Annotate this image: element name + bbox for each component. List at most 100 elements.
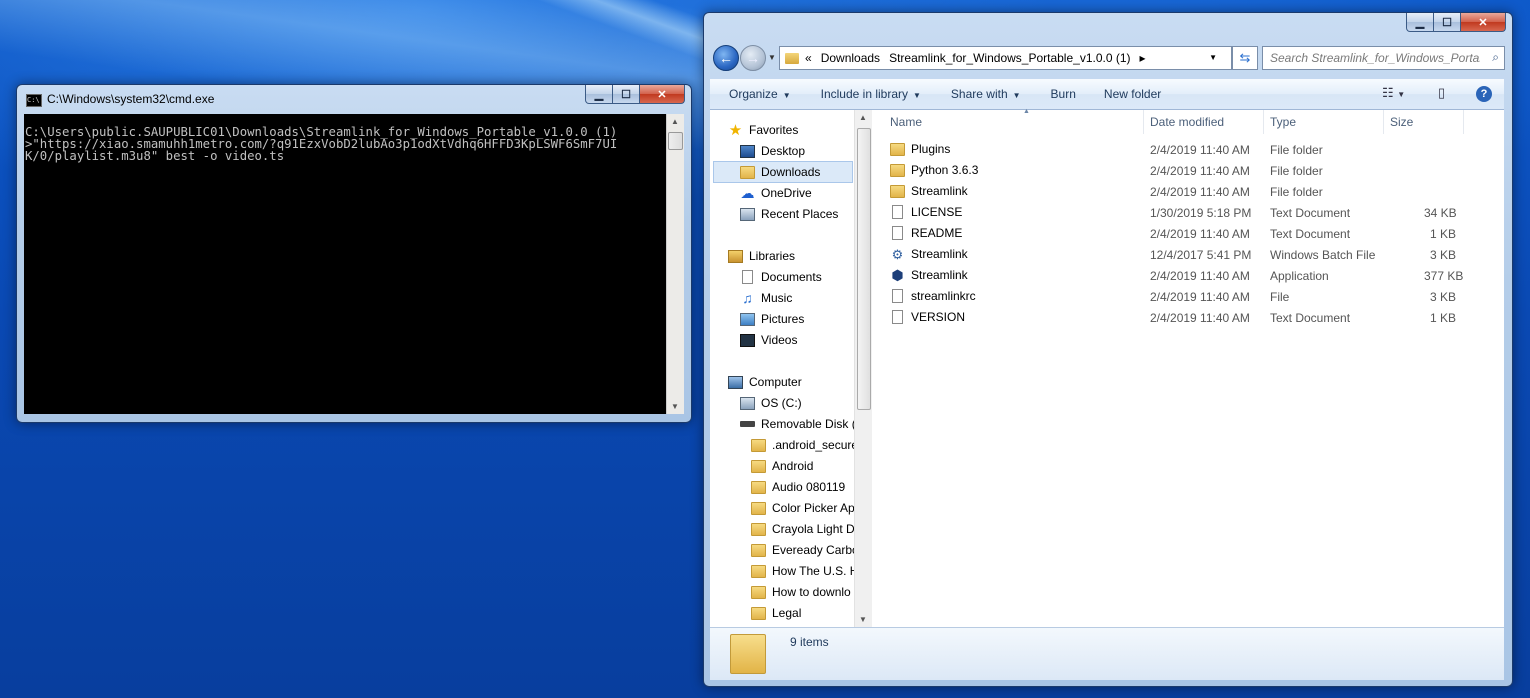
- nav-removable-disk[interactable]: Removable Disk (: [740, 414, 854, 434]
- close-button[interactable]: ✕: [1461, 13, 1506, 32]
- file-date-modified: 2/4/2019 11:40 AM: [1150, 227, 1250, 241]
- search-icon[interactable]: ⌕: [1492, 50, 1499, 65]
- nav-subfolder[interactable]: How The U.S. H: [751, 561, 854, 581]
- nav-subfolder[interactable]: Legal: [751, 603, 801, 623]
- address-dropdown-icon[interactable]: ▼: [1209, 53, 1217, 62]
- file-row[interactable]: ⬢ Streamlink 2/4/2019 11:40 AM Application 3…: [872, 265, 1492, 286]
- nav-videos[interactable]: Videos: [740, 330, 797, 350]
- item-count: 9 items: [790, 635, 829, 649]
- nav-subfolder[interactable]: How to downlo: [751, 582, 851, 602]
- text-document-icon: [892, 310, 903, 324]
- nav-music[interactable]: ♫ Music: [740, 288, 792, 308]
- minimize-button[interactable]: ▁: [585, 85, 613, 104]
- recent-pages-dropdown-icon[interactable]: ▼: [768, 53, 776, 62]
- file-row[interactable]: ⚙ Streamlink 12/4/2017 5:41 PM Windows Batc…: [872, 244, 1492, 265]
- file-row[interactable]: Plugins 2/4/2019 11:40 AM File folder: [872, 139, 1492, 160]
- console-line: K/0/playlist.m3u8" best -o video.ts: [25, 149, 285, 163]
- minimize-button[interactable]: ▁: [1406, 13, 1434, 32]
- console-scrollbar[interactable]: ▲ ▼: [666, 114, 684, 414]
- new-folder-button[interactable]: New folder: [1104, 87, 1161, 101]
- file-list[interactable]: Name ▲ Date modified Type Size Plugins 2/…: [872, 108, 1504, 627]
- file-type: Text Document: [1270, 206, 1351, 220]
- star-icon: ★: [728, 121, 743, 139]
- file-size: 3 KB: [1429, 248, 1456, 262]
- search-box[interactable]: Search Streamlink_for_Windows_Portable_v…: [1262, 46, 1505, 70]
- scroll-down-icon[interactable]: ▼: [671, 402, 679, 411]
- burn-button[interactable]: Burn: [1051, 87, 1076, 101]
- nav-subfolder[interactable]: Eveready Carbo: [751, 540, 854, 560]
- file-type: File folder: [1270, 164, 1323, 178]
- nav-subfolder[interactable]: Crayola Light D: [751, 519, 854, 539]
- forward-button[interactable]: →: [740, 45, 766, 71]
- navigation-scrollbar[interactable]: ▲ ▼: [854, 110, 872, 627]
- breadcrumb-downloads[interactable]: Downloads: [821, 51, 880, 65]
- file-type: Text Document: [1270, 227, 1351, 241]
- scroll-down-icon[interactable]: ▼: [859, 615, 867, 624]
- help-icon[interactable]: ?: [1476, 86, 1492, 102]
- film-icon: [740, 333, 755, 347]
- file-row[interactable]: VERSION 2/4/2019 11:40 AM Text Document 1 K…: [872, 307, 1492, 328]
- address-bar[interactable]: « Downloads Streamlink_for_Windows_Porta…: [779, 46, 1232, 70]
- back-button[interactable]: ←: [713, 45, 739, 71]
- maximize-button[interactable]: ☐: [613, 85, 640, 104]
- file-name: Plugins: [890, 142, 950, 156]
- nav-downloads[interactable]: Downloads: [713, 161, 853, 183]
- nav-onedrive[interactable]: ☁ OneDrive: [740, 183, 812, 203]
- navigation-pane[interactable]: ★ Favorites Desktop Downloads ☁ OneDrive R…: [710, 110, 854, 627]
- file-date-modified: 2/4/2019 11:40 AM: [1150, 311, 1250, 325]
- breadcrumb-streamlink-folder[interactable]: Streamlink_for_Windows_Portable_v1.0.0 (…: [889, 51, 1130, 65]
- search-input[interactable]: Search Streamlink_for_Windows_Portable_v…: [1263, 51, 1480, 65]
- refresh-button[interactable]: ⇆: [1232, 46, 1258, 70]
- folder-icon: [890, 184, 905, 198]
- nav-subfolder[interactable]: Audio 080119: [751, 477, 845, 497]
- folder-icon: [751, 606, 766, 620]
- breadcrumb-chevron-icon[interactable]: ▸: [1140, 51, 1146, 65]
- view-options-icon[interactable]: ☷ ▼: [1382, 85, 1405, 101]
- organize-button[interactable]: Organize ▼: [729, 87, 791, 101]
- file-row[interactable]: Streamlink 2/4/2019 11:40 AM File folder: [872, 181, 1492, 202]
- maximize-button[interactable]: ☐: [1434, 13, 1461, 32]
- file-name: Python 3.6.3: [890, 163, 978, 177]
- nav-os-drive[interactable]: OS (C:): [740, 393, 802, 413]
- text-document-icon: [892, 226, 903, 240]
- nav-recent-places[interactable]: Recent Places: [740, 204, 838, 224]
- text-document-icon: [892, 205, 903, 219]
- file-date-modified: 1/30/2019 5:18 PM: [1150, 206, 1252, 220]
- scroll-up-icon[interactable]: ▲: [671, 117, 679, 126]
- share-with-button[interactable]: Share with ▼: [951, 87, 1021, 101]
- nav-subfolder[interactable]: Android: [751, 456, 813, 476]
- scroll-thumb[interactable]: [857, 128, 871, 410]
- nav-pictures[interactable]: Pictures: [740, 309, 804, 329]
- file-row[interactable]: LICENSE 1/30/2019 5:18 PM Text Document 34 …: [872, 202, 1492, 223]
- nav-libraries[interactable]: Libraries: [728, 246, 795, 266]
- column-header-name[interactable]: Name ▲: [884, 108, 1144, 134]
- column-header-type[interactable]: Type: [1264, 110, 1384, 134]
- preview-pane-icon[interactable]: ▯: [1438, 85, 1445, 101]
- cmd-icon: C:\: [26, 94, 42, 107]
- file-row[interactable]: streamlinkrc 2/4/2019 11:40 AM File 3 KB: [872, 286, 1492, 307]
- include-in-library-button[interactable]: Include in library ▼: [821, 87, 921, 101]
- column-header-date-modified[interactable]: Date modified: [1144, 110, 1264, 134]
- nav-desktop[interactable]: Desktop: [740, 141, 805, 161]
- scroll-thumb[interactable]: [668, 132, 683, 150]
- nav-subfolder[interactable]: Color Picker Ap: [751, 498, 854, 518]
- folder-icon: [730, 634, 766, 674]
- file-date-modified: 2/4/2019 11:40 AM: [1150, 290, 1250, 304]
- nav-favorites[interactable]: ★ Favorites: [728, 120, 799, 140]
- breadcrumb-overflow[interactable]: «: [805, 51, 812, 65]
- nav-documents[interactable]: Documents: [740, 267, 822, 287]
- explorer-window[interactable]: ▁ ☐ ✕ ← → ▼ « Downloads Streamlink_for_W…: [703, 12, 1513, 687]
- nav-subfolder[interactable]: .android_secure: [751, 435, 854, 455]
- nav-computer[interactable]: Computer: [728, 372, 802, 392]
- batch-file-icon: ⚙: [891, 246, 904, 262]
- close-button[interactable]: ✕: [640, 85, 685, 104]
- cmd-window[interactable]: C:\ C:\Windows\system32\cmd.exe ▁ ☐ ✕ C:…: [16, 84, 692, 423]
- scroll-up-icon[interactable]: ▲: [859, 113, 867, 122]
- recent-places-icon: [740, 207, 755, 221]
- file-row[interactable]: Python 3.6.3 2/4/2019 11:40 AM File folder: [872, 160, 1492, 181]
- file-row[interactable]: README 2/4/2019 11:40 AM Text Document 1 KB: [872, 223, 1492, 244]
- console-output[interactable]: C:\Users\public.SAUPUBLIC01\Downloads\St…: [24, 114, 666, 414]
- column-header-size[interactable]: Size: [1384, 110, 1464, 134]
- chevron-down-icon: ▼: [913, 91, 921, 100]
- usb-drive-icon: [740, 421, 755, 427]
